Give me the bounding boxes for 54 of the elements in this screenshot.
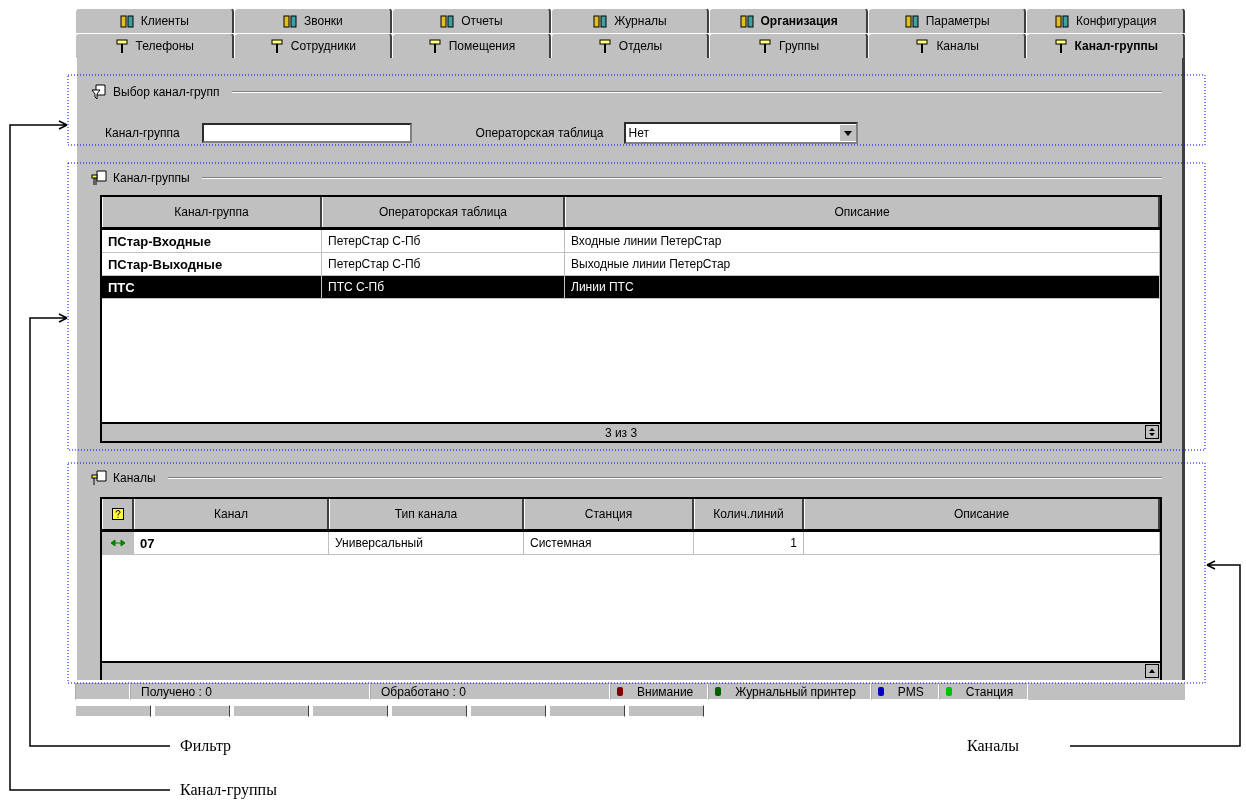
section-title: Канал-группы: [113, 171, 190, 185]
table-cell: 1: [694, 532, 804, 554]
processed-count: Обработано : 0: [370, 683, 610, 700]
tab[interactable]: Канал-группы: [1026, 33, 1186, 58]
callout-label: Фильтр: [180, 737, 232, 755]
table-cell: Универсальный: [329, 532, 524, 554]
received-count: Получено : 0: [130, 683, 370, 700]
table-cell: Входные линии ПетерСтар: [565, 230, 1160, 252]
callout-label: Каналы: [967, 737, 1020, 755]
table-cell: Выходные линии ПетерСтар: [565, 253, 1160, 275]
column-header[interactable]: Описание: [565, 197, 1160, 227]
field-label: Канал-группа: [105, 126, 180, 140]
table-cell: 07: [134, 532, 329, 554]
indicator-label: Внимание: [637, 684, 694, 699]
section-title: Выбор канал-групп: [113, 85, 220, 99]
tab[interactable]: Параметры: [867, 8, 1027, 33]
table-row[interactable]: ПСтар-Входные ПетерСтар С-Пб Входные линии ПетерСтар: [102, 230, 1160, 253]
table-cell: ПСтар-Входные: [102, 230, 322, 252]
column-header[interactable]: Операторская таблица: [322, 197, 565, 227]
column-header[interactable]: Колич.линий: [694, 499, 804, 529]
column-header[interactable]: Канал: [134, 499, 329, 529]
tab[interactable]: Организация: [709, 8, 868, 33]
tab[interactable]: Сотрудники: [233, 33, 393, 58]
column-header[interactable]: Канал-группа: [102, 197, 322, 227]
indicator-label: PMS: [897, 684, 924, 699]
record-counter: 3 из 3: [603, 425, 639, 440]
column-header[interactable]: Тип канала: [329, 499, 524, 529]
tab[interactable]: Отделы: [550, 33, 710, 58]
table-cell: ПетерСтар С-Пб: [322, 230, 565, 252]
indicator-label: Журнальный принтер: [735, 684, 856, 699]
table-cell: ПТС С-Пб: [322, 276, 565, 298]
indicator-label: Станция: [965, 684, 1014, 699]
tab[interactable]: Помещения: [392, 33, 551, 58]
section-title: Каналы: [113, 471, 156, 485]
table-cell: Системная: [524, 532, 694, 554]
table-row[interactable]: 07 Универсальный Системная 1: [102, 532, 1160, 555]
column-header[interactable]: Описание: [804, 499, 1160, 529]
column-header[interactable]: Станция: [524, 499, 694, 529]
table-cell: ПетерСтар С-Пб: [322, 253, 565, 275]
field-label: Операторская таблица: [475, 126, 604, 140]
tab[interactable]: Конфигурация: [1026, 8, 1186, 33]
table-row[interactable]: ПТС ПТС С-Пб Линии ПТС: [102, 276, 1160, 299]
tab[interactable]: Журналы: [550, 8, 710, 33]
tab[interactable]: Отчеты: [392, 8, 551, 33]
tab[interactable]: Группы: [709, 33, 868, 58]
tab[interactable]: Клиенты: [75, 8, 234, 33]
operator-table-dropdown[interactable]: Нет: [623, 122, 858, 144]
table-cell: Линии ПТС: [565, 276, 1160, 298]
table-cell: ПСтар-Выходные: [102, 253, 322, 275]
table-cell: ПТС: [102, 276, 322, 298]
callout-label: Канал-группы: [180, 781, 277, 799]
tab[interactable]: Звонки: [233, 8, 393, 33]
tab[interactable]: Телефоны: [75, 33, 234, 58]
tab[interactable]: Каналы: [867, 33, 1027, 58]
